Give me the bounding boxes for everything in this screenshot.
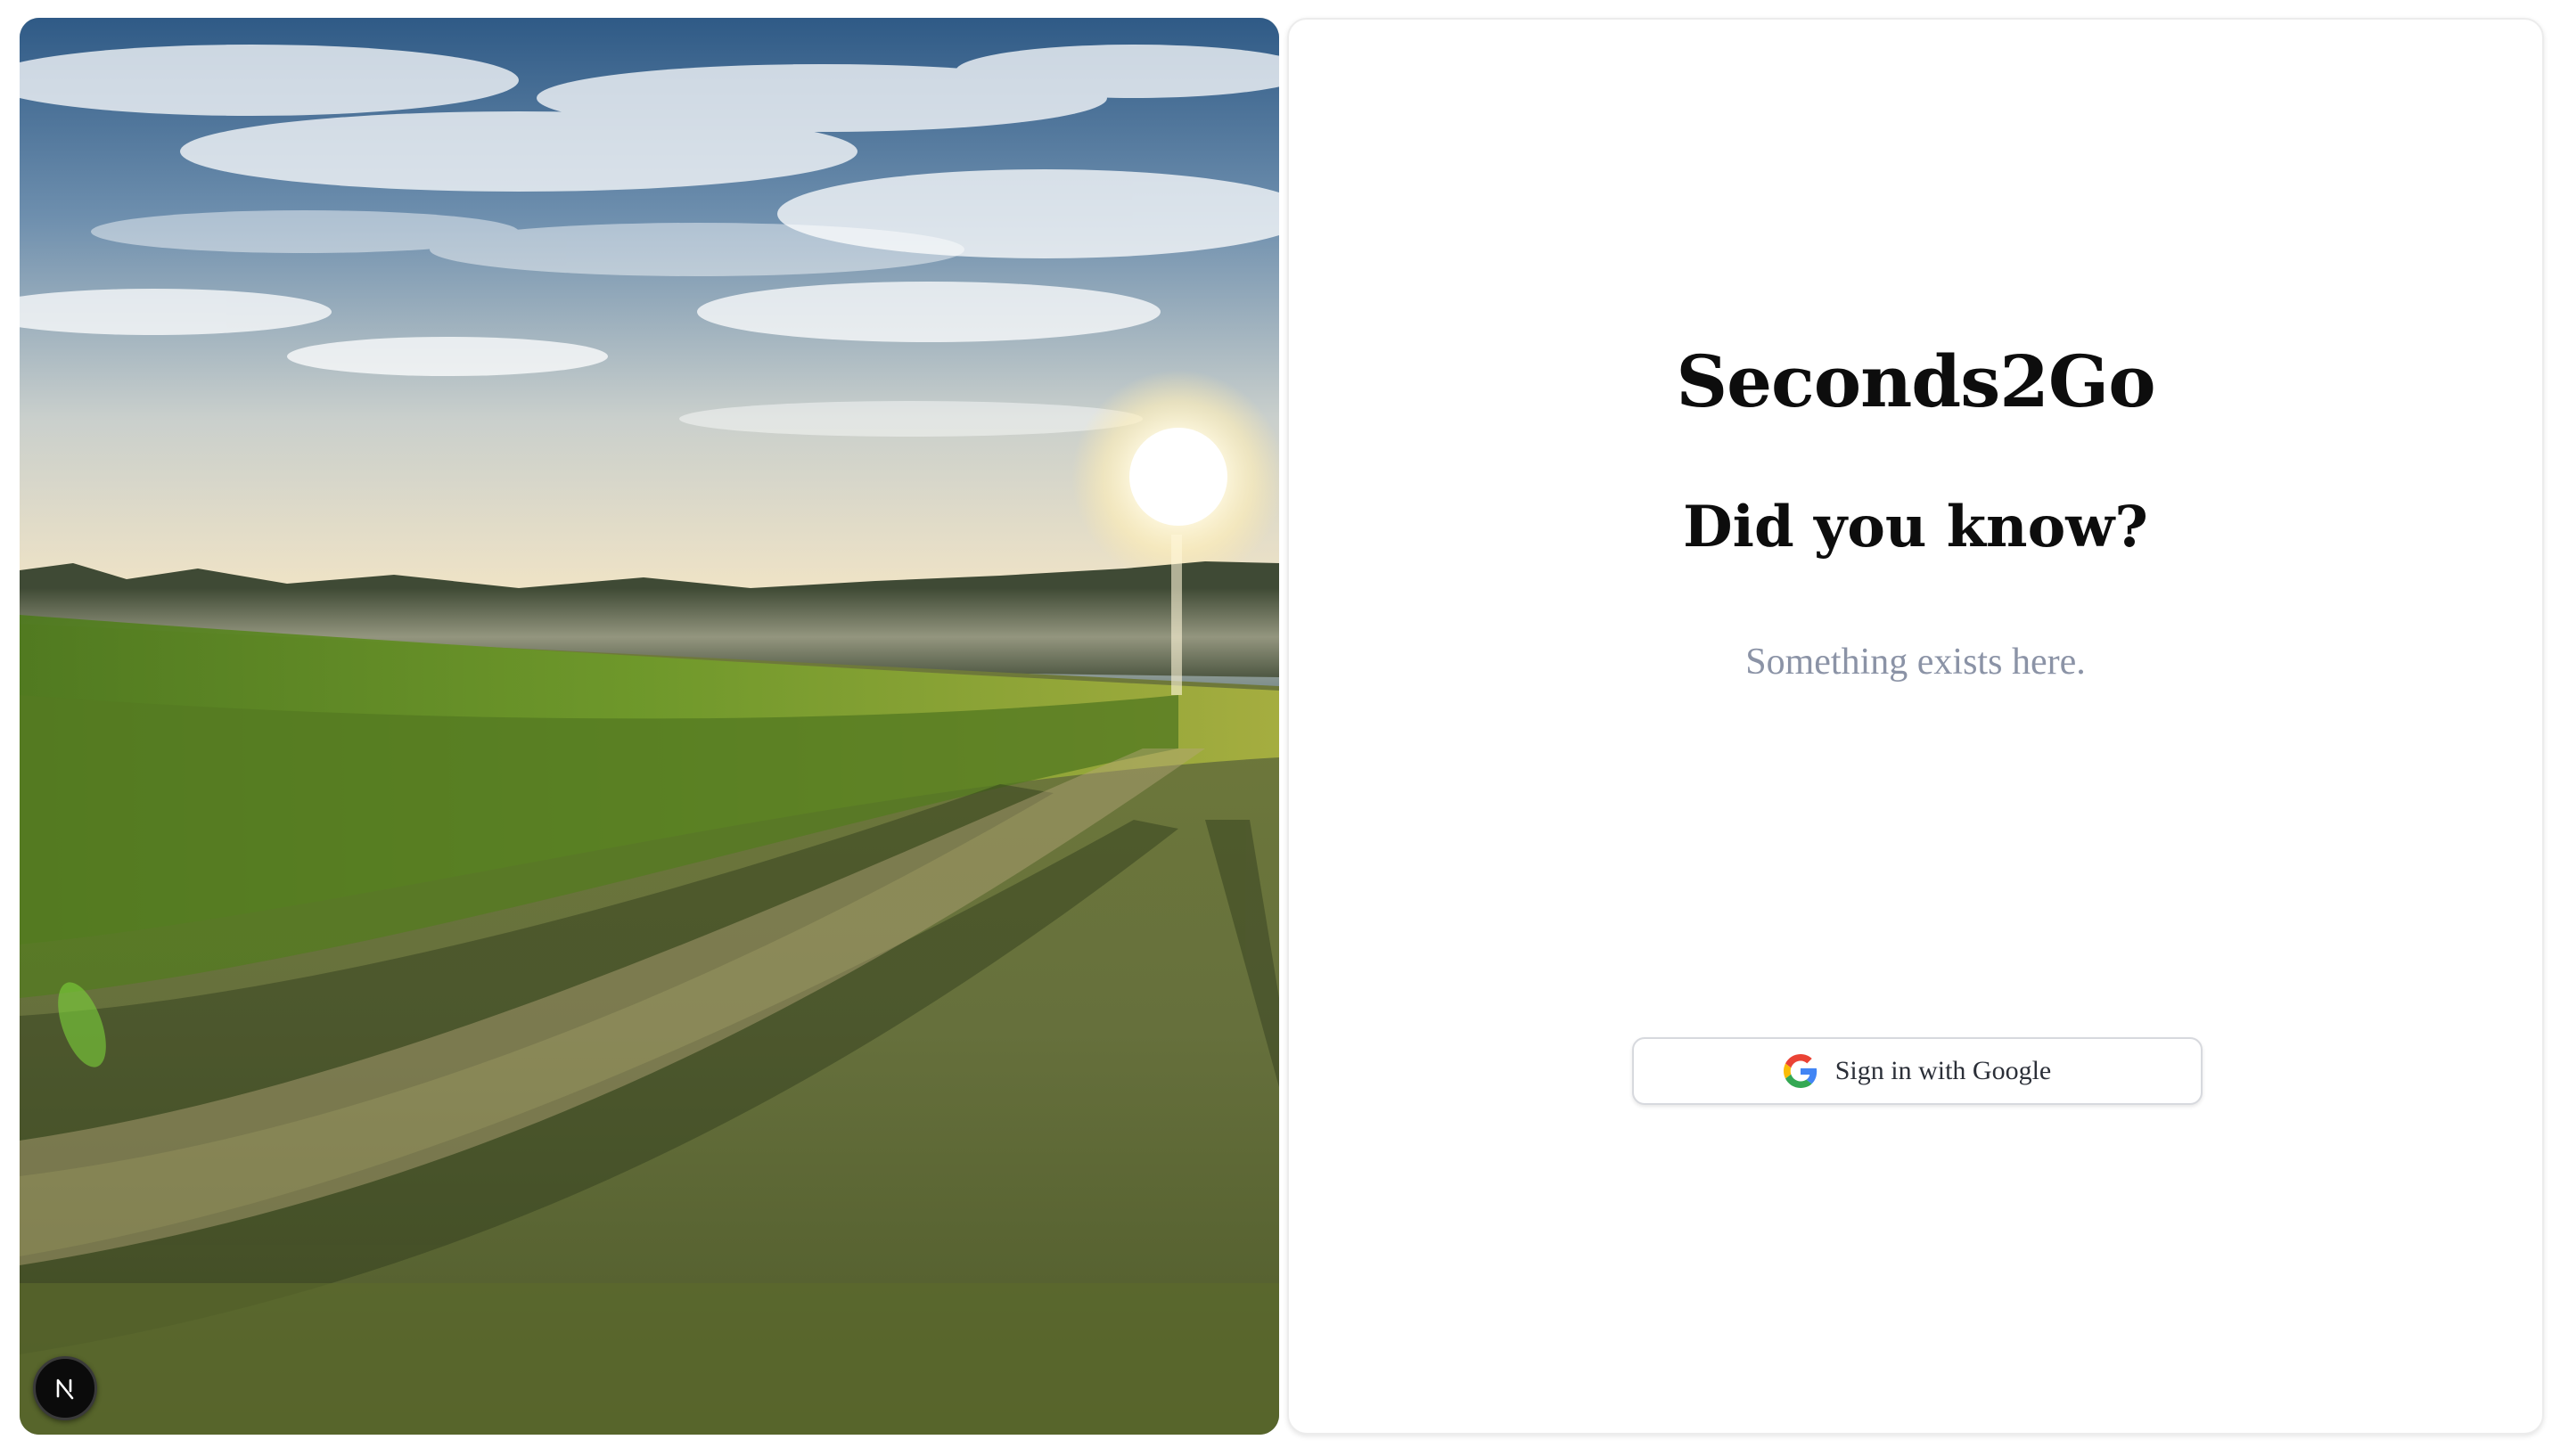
vineyard-scene	[20, 18, 1279, 1435]
fact-text: Something exists here.	[1745, 642, 2086, 683]
sign-in-with-google-button[interactable]: Sign in with Google	[1632, 1037, 2203, 1105]
nextjs-logo-glyph	[56, 1378, 74, 1400]
google-g-icon	[1783, 1054, 1817, 1088]
login-card: Seconds2Go Did you know? Something exist…	[1287, 18, 2544, 1435]
google-button-label: Sign in with Google	[1834, 1056, 2052, 1085]
app-title: Seconds2Go	[1676, 339, 2155, 423]
fact-heading: Did you know?	[1683, 494, 2148, 560]
hero-image	[20, 18, 1279, 1435]
nextjs-icon[interactable]	[33, 1356, 97, 1420]
